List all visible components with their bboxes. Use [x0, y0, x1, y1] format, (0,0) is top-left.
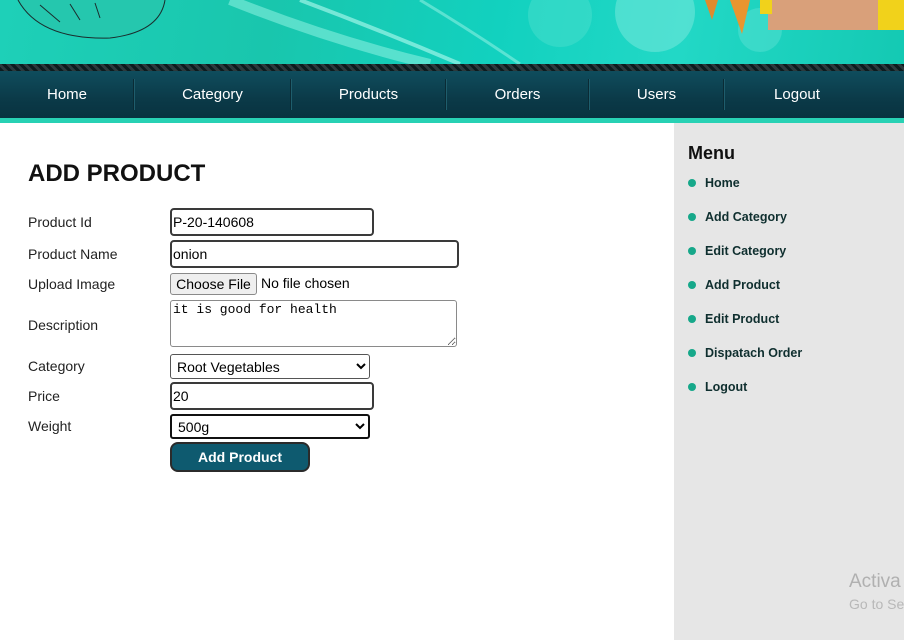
category-label: Category	[28, 358, 85, 374]
product-id-input[interactable]	[170, 208, 374, 236]
header-banner	[0, 0, 904, 64]
sidebar-item-logout[interactable]: Logout	[688, 380, 747, 394]
sidebar-item-label: Edit Category	[705, 244, 787, 258]
banner-artwork	[17, 0, 904, 64]
add-product-button[interactable]: Add Product	[170, 442, 310, 472]
sidebar-item-home[interactable]: Home	[688, 176, 740, 190]
banner-divider	[0, 64, 904, 71]
bullet-icon	[688, 349, 696, 357]
nav-item-products[interactable]: Products	[291, 71, 446, 118]
description-textarea[interactable]: it is good for health	[170, 300, 457, 347]
sidebar-item-label: Dispatach Order	[705, 346, 803, 360]
price-label: Price	[28, 388, 60, 404]
bullet-icon	[688, 281, 696, 289]
sidebar-title: Menu	[688, 143, 735, 163]
bullet-icon	[688, 213, 696, 221]
sidebar-item-dispatch-order[interactable]: Dispatach Order	[688, 346, 802, 360]
nav-item-home[interactable]: Home	[0, 71, 134, 118]
page-title: ADD PRODUCT	[28, 160, 206, 187]
nav-item-users[interactable]: Users	[589, 71, 724, 118]
sidebar-item-edit-product[interactable]: Edit Product	[688, 312, 779, 326]
price-input[interactable]	[170, 382, 374, 410]
weight-select[interactable]: 500g	[170, 414, 370, 439]
sidebar-item-add-category[interactable]: Add Category	[688, 210, 787, 224]
sidebar-item-edit-category[interactable]: Edit Category	[688, 244, 786, 258]
sidebar-item-label: Add Category	[705, 210, 787, 224]
activation-watermark: Activa	[849, 571, 901, 592]
nav-item-orders[interactable]: Orders	[446, 71, 589, 118]
main-content: ADD PRODUCT Product Id Product Name Uplo…	[0, 123, 674, 640]
product-id-label: Product Id	[28, 214, 92, 230]
upload-image-label: Upload Image	[28, 276, 116, 292]
product-name-input[interactable]	[170, 240, 459, 268]
sidebar-item-label: Home	[705, 176, 740, 190]
sidebar-item-label: Add Product	[705, 278, 780, 292]
bullet-icon	[688, 247, 696, 255]
sidebar-menu: Menu Home Add Category Edit Category Add…	[674, 123, 904, 640]
bullet-icon	[688, 315, 696, 323]
file-status-text: No file chosen	[261, 275, 350, 291]
product-name-label: Product Name	[28, 246, 118, 262]
nav-item-logout[interactable]: Logout	[724, 71, 870, 118]
weight-label: Weight	[28, 418, 72, 434]
top-nav: Home Category Products Orders Users Logo…	[0, 71, 904, 118]
sidebar-item-label: Logout	[705, 380, 748, 394]
sidebar-item-add-product[interactable]: Add Product	[688, 278, 780, 292]
nav-item-category[interactable]: Category	[134, 71, 291, 118]
description-label: Description	[28, 317, 99, 333]
choose-file-button[interactable]: Choose File	[170, 273, 257, 295]
sidebar-item-label: Edit Product	[705, 312, 780, 326]
category-select[interactable]: Root Vegetables	[170, 354, 370, 379]
bullet-icon	[688, 383, 696, 391]
activation-watermark-sub: Go to Se	[849, 596, 904, 612]
bullet-icon	[688, 179, 696, 187]
